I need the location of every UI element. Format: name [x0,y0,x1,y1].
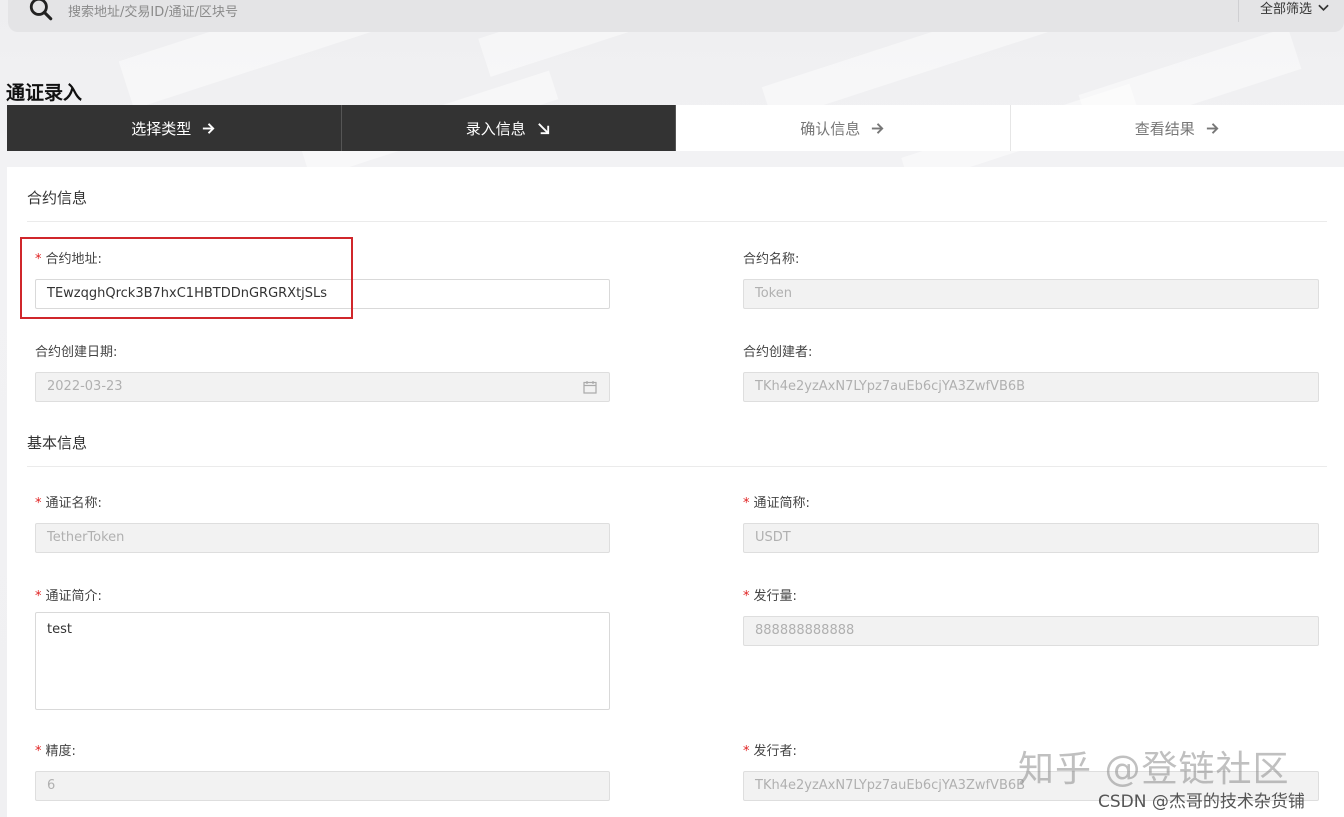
required-mark: * [743,589,750,604]
step-label: 查看结果 [1134,119,1195,138]
required-mark: * [743,744,750,759]
step-confirm-info[interactable]: 确认信息 [676,105,1011,151]
step-progress: 选择类型 录入信息 确认信息 查看结果 [7,105,1344,151]
creator-label: 合约创建者: [743,345,813,360]
arrow-right-icon [1206,122,1219,134]
create-date-input[interactable]: 2022-03-23 [35,372,610,402]
page-title: 通证录入 [6,82,83,104]
create-date-label: 合约创建日期: [35,345,118,360]
total-supply-input[interactable]: 888888888888 [743,616,1319,646]
step-view-result[interactable]: 查看结果 [1010,105,1344,151]
step-label: 录入信息 [465,119,526,138]
token-symbol-input[interactable]: USDT [743,523,1319,553]
highlight-box [20,237,353,319]
creator-input[interactable]: TKh4e2yzAxN7LYpz7auEb6cjYA3ZwfVB6B [743,372,1319,402]
required-mark: * [743,496,750,511]
section-divider [27,466,1327,467]
token-symbol-label: * 通证简称: [743,496,810,511]
total-supply-label: * 发行量: [743,589,797,604]
search-bar[interactable]: 搜索地址/交易ID/通证/区块号 全部筛选 [8,0,1344,32]
token-name-input[interactable]: TetherToken [35,523,610,553]
search-input[interactable]: 搜索地址/交易ID/通证/区块号 [68,1,238,20]
step-select-type[interactable]: 选择类型 [7,105,342,151]
required-mark: * [35,589,42,604]
create-date-value: 2022-03-23 [47,379,123,394]
step-label: 确认信息 [800,119,861,138]
token-intro-label: * 通证简介: [35,589,102,604]
form-panel: 合约信息 * 合约地址: TEwzqghQrck3B7hxC1HBTDDnGRGR… [7,167,1344,817]
step-label: 选择类型 [131,119,192,138]
chevron-down-icon [1318,4,1329,11]
section-divider [27,221,1327,222]
zhihu-watermark: 知乎 @登链社区 [1018,749,1290,790]
arrow-right-icon [203,122,215,134]
token-intro-textarea[interactable]: test [35,612,610,710]
contract-name-label: 合约名称: [743,252,800,267]
search-icon[interactable] [28,0,54,22]
filter-dropdown[interactable]: 全部筛选 [1260,0,1329,17]
divider [1238,0,1239,22]
precision-label: * 精度: [35,744,76,759]
arrow-down-right-icon [537,122,549,134]
token-name-label: * 通证名称: [35,496,102,511]
required-mark: * [35,496,42,511]
issuer-label: * 发行者: [743,744,797,759]
required-mark: * [35,744,42,759]
csdn-watermark: CSDN @杰哥的技术杂货铺 [1098,792,1305,812]
section-title-basic: 基本信息 [27,434,88,452]
filter-label: 全部筛选 [1260,2,1313,17]
arrow-right-icon [872,122,884,134]
section-title-contract: 合约信息 [27,189,88,207]
contract-name-input[interactable]: Token [743,279,1319,309]
step-enter-info[interactable]: 录入信息 [341,105,676,151]
calendar-icon[interactable] [583,380,597,394]
precision-input[interactable]: 6 [35,771,610,801]
